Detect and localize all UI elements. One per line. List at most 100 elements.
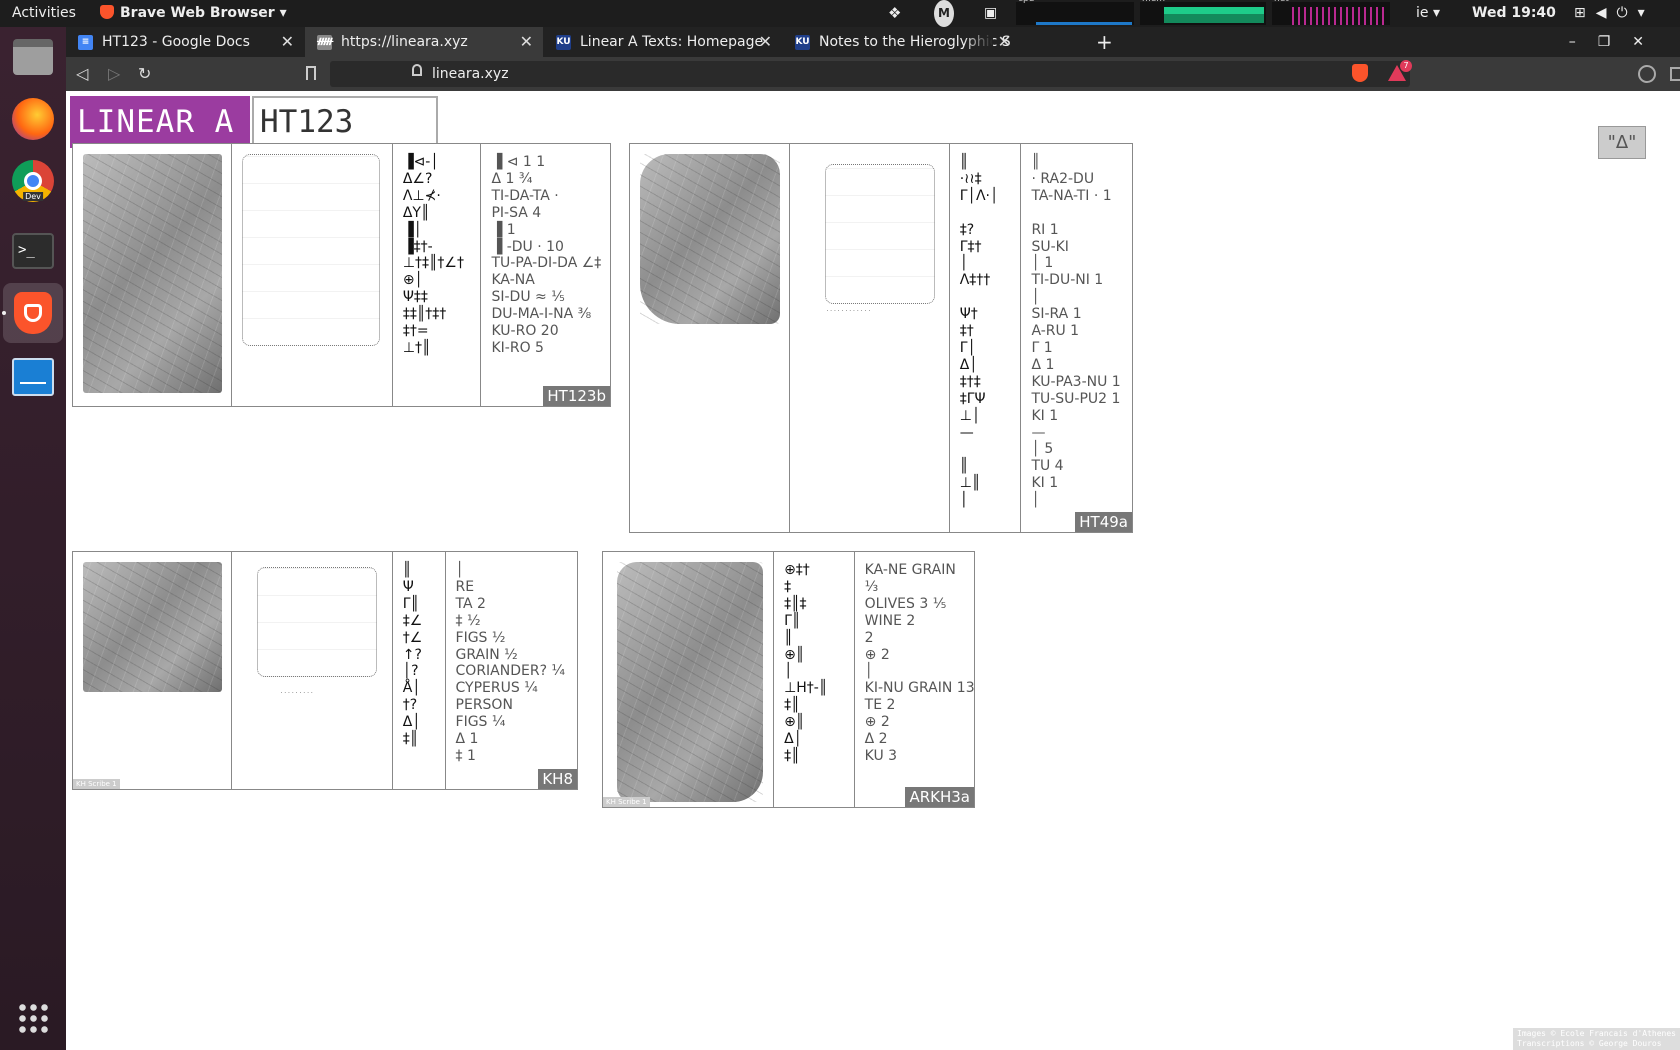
transcription-line: KI 1 bbox=[1031, 475, 1059, 492]
transcription-line: ▐ -DU · 10 bbox=[491, 238, 564, 255]
transcription-line: ‡ 1 bbox=[455, 747, 476, 764]
transcription-line: SU-KI bbox=[1031, 238, 1069, 255]
inscription-ht49a[interactable]: · · · · · · · · · · · · ║ ·≀≀‡ Γ│Λ·│ ‡? … bbox=[629, 143, 1133, 533]
transcription-line: RE bbox=[455, 578, 475, 595]
brave-app-icon[interactable] bbox=[3, 283, 63, 343]
back-icon[interactable]: ◁ bbox=[76, 63, 88, 85]
close-window-icon[interactable]: ✕ bbox=[1632, 34, 1666, 50]
tablet-photo[interactable] bbox=[617, 562, 763, 802]
transcription-line: CORIANDER? ¼ bbox=[455, 663, 566, 680]
drawing-panel: · · · · · · · · · · · · bbox=[790, 144, 950, 532]
docs-icon: ≡ bbox=[78, 35, 93, 50]
extension-icon[interactable] bbox=[1670, 67, 1680, 81]
transcription-line: A-RU 1 bbox=[1031, 323, 1080, 340]
transcription-line: TA-NA-TI · 1 bbox=[1031, 187, 1112, 204]
url-text[interactable]: lineara.xyz bbox=[432, 63, 509, 85]
clock[interactable]: Wed 19:40 bbox=[1472, 0, 1556, 27]
tab-linear-a-texts[interactable]: KU Linear A Texts: Homepage ✕ bbox=[544, 27, 782, 57]
close-icon[interactable]: ✕ bbox=[520, 27, 533, 57]
sign-display-toggle[interactable]: "Δ" bbox=[1598, 126, 1646, 159]
close-icon[interactable]: ✕ bbox=[281, 27, 294, 57]
transcription-panel: ▐ ⊲ 1 1Δ 1 ¾ TI-DA-TA · PI-SA 4 ▐ 1 ▐ -DU · … bbox=[481, 144, 610, 406]
network-icon: ⊞ bbox=[1574, 5, 1596, 21]
linear-a-glyphs: ║ ·≀≀‡ Γ│Λ·│ ‡? Γ‡† │ Λ‡†† Ψ† ‡† Γ│ Δ│ ‡… bbox=[959, 154, 999, 509]
reload-icon[interactable]: ↻ bbox=[138, 63, 151, 85]
chevron-down-icon: ▾ bbox=[279, 5, 287, 21]
system-monitor-icon[interactable]: ▣ bbox=[984, 0, 997, 27]
transcription-line: TA 2 bbox=[455, 595, 486, 612]
browser-toolbar: ◁ ▷ ↻ lineara.xyz 7 ☰ bbox=[66, 57, 1680, 91]
tab-lineara[interactable]: ᚏ https://lineara.xyz ✕ bbox=[305, 27, 543, 57]
inscription-ht123b[interactable]: ▐⊲‐│ Δ∠? Λ⊥⊀· ΔΥ║ ▐│ ▐‡†‐ ⊥†‡║†∠† ⊕│ Ψ‡‡… bbox=[72, 143, 611, 407]
firefox-app-icon[interactable] bbox=[9, 95, 57, 143]
close-icon[interactable]: ✕ bbox=[998, 27, 1011, 57]
tab-google-docs[interactable]: ≡ HT123 - Google Docs ✕ bbox=[66, 27, 304, 57]
running-indicator bbox=[2, 311, 6, 315]
files-app-icon[interactable] bbox=[9, 33, 57, 81]
transcription-line: KA-NE GRAIN bbox=[864, 562, 956, 578]
tablet-photo[interactable] bbox=[640, 154, 780, 324]
inscription-tag[interactable]: HT49a bbox=[1075, 512, 1132, 532]
inscription-tag[interactable]: KH8 bbox=[538, 769, 577, 789]
transcription-line: KI-RO 5 bbox=[491, 339, 544, 356]
transcription-line: ‡ ½ bbox=[455, 612, 481, 629]
transcription-line: PERSON bbox=[455, 697, 513, 714]
memory-graph[interactable]: mem bbox=[1140, 0, 1266, 25]
system-monitor-app-icon[interactable] bbox=[9, 353, 57, 401]
mega-icon[interactable]: M bbox=[934, 0, 954, 27]
transcription-panel: │ RE TA 2 ‡ ½ FIGS ½ GRAIN ½ CORIANDER? ¼ CYPER… bbox=[446, 552, 577, 789]
transcription-line: ⅓ bbox=[864, 578, 879, 595]
glyph-panel: ║ Ψ Γ║ ‡∠ †∠ ↑? │? Å│ †? Δ│ ‡║ bbox=[393, 552, 446, 789]
chevron-down-icon: ▾ bbox=[1432, 5, 1440, 21]
transcription-line: Δ 1 bbox=[455, 731, 479, 748]
dropbox-icon[interactable]: ❖ bbox=[888, 0, 901, 27]
search-input[interactable]: HT123 bbox=[252, 96, 438, 148]
keyboard-layout-menu[interactable]: ie ▾ bbox=[1416, 0, 1440, 27]
system-menu[interactable]: ⊞◀⏻▾ bbox=[1574, 0, 1655, 27]
tablet-photo[interactable] bbox=[83, 154, 222, 393]
inscription-arkh3a[interactable]: KH Scribe 1 ⊕‡† ‡ ‡║‡ Γ║ ║ ⊕║ │ ⊥Η†-║ ‡║… bbox=[602, 551, 975, 808]
transcription-line: KU 3 bbox=[864, 747, 898, 764]
terminal-app-icon[interactable]: >_ bbox=[9, 227, 57, 275]
inscription-tag[interactable]: ARKH3a bbox=[905, 787, 974, 807]
tablet-photo[interactable] bbox=[83, 562, 222, 692]
chrome-dev-app-icon[interactable]: Dev bbox=[9, 157, 57, 205]
tab-hieroglyphic-notes[interactable]: KU Notes to the Hieroglyphic S ✕ bbox=[783, 27, 1021, 57]
network-graph[interactable]: net bbox=[1272, 0, 1390, 25]
transcription-line: TU-SU-PU2 1 bbox=[1031, 390, 1121, 407]
inscription-tag[interactable]: HT123b bbox=[543, 386, 610, 406]
tablet-drawing[interactable] bbox=[257, 567, 378, 677]
glyph-panel: ║ ·≀≀‡ Γ│Λ·│ ‡? Γ‡† │ Λ‡†† Ψ† ‡† Γ│ Δ│ ‡… bbox=[950, 144, 1022, 532]
show-applications-icon[interactable] bbox=[17, 1002, 49, 1034]
drawing-panel bbox=[232, 144, 393, 406]
activities-button[interactable]: Activities bbox=[12, 0, 76, 27]
tablet-drawing[interactable] bbox=[242, 154, 381, 346]
tablet-drawing[interactable] bbox=[825, 164, 936, 304]
new-tab-button[interactable]: + bbox=[1096, 27, 1113, 57]
glyph-panel: ▐⊲‐│ Δ∠? Λ⊥⊀· ΔΥ║ ▐│ ▐‡†‐ ⊥†‡║†∠† ⊕│ Ψ‡‡… bbox=[393, 144, 482, 406]
chevron-down-icon: ▾ bbox=[1637, 5, 1655, 21]
scribe-tag[interactable]: KH Scribe 1 bbox=[603, 797, 650, 807]
photo-panel: KH Scribe 1 bbox=[73, 552, 233, 789]
extension-icon[interactable] bbox=[1638, 65, 1656, 83]
lock-icon[interactable] bbox=[412, 64, 422, 76]
transcription-line: KA-NA bbox=[491, 272, 535, 289]
inscription-kh8[interactable]: KH Scribe 1 · · · · · · · · · ║ Ψ Γ║ ‡∠ … bbox=[72, 551, 578, 790]
site-logo[interactable]: LINEAR A bbox=[70, 96, 250, 148]
bookmark-icon[interactable] bbox=[306, 66, 316, 80]
transcription-line: │ bbox=[1031, 289, 1040, 306]
lineara-icon: ᚏ bbox=[317, 35, 333, 50]
forward-icon[interactable]: ▷ bbox=[108, 63, 120, 85]
transcription-line: SI-DU ≈ ⅕ bbox=[491, 289, 565, 306]
transcription-line: — bbox=[1031, 424, 1046, 441]
transcription: │ RE TA 2 ‡ ½ FIGS ½ GRAIN ½ CORIANDER? ¼ CYPER… bbox=[456, 562, 566, 765]
scribe-tag[interactable]: KH Scribe 1 bbox=[73, 779, 120, 789]
cpu-graph[interactable]: cpu bbox=[1016, 0, 1134, 25]
close-icon[interactable]: ✕ bbox=[759, 27, 772, 57]
transcription-line: KU-RO 20 bbox=[491, 323, 559, 340]
maximize-icon[interactable]: ❐ bbox=[1598, 34, 1633, 50]
app-menu[interactable]: Brave Web Browser ▾ bbox=[100, 0, 287, 27]
minimize-icon[interactable]: – bbox=[1569, 34, 1598, 50]
brave-shields-icon[interactable] bbox=[1352, 64, 1368, 82]
linear-a-glyphs: ▐⊲‐│ Δ∠? Λ⊥⊀· ΔΥ║ ▐│ ▐‡†‐ ⊥†‡║†∠† ⊕│ Ψ‡‡… bbox=[402, 154, 464, 356]
